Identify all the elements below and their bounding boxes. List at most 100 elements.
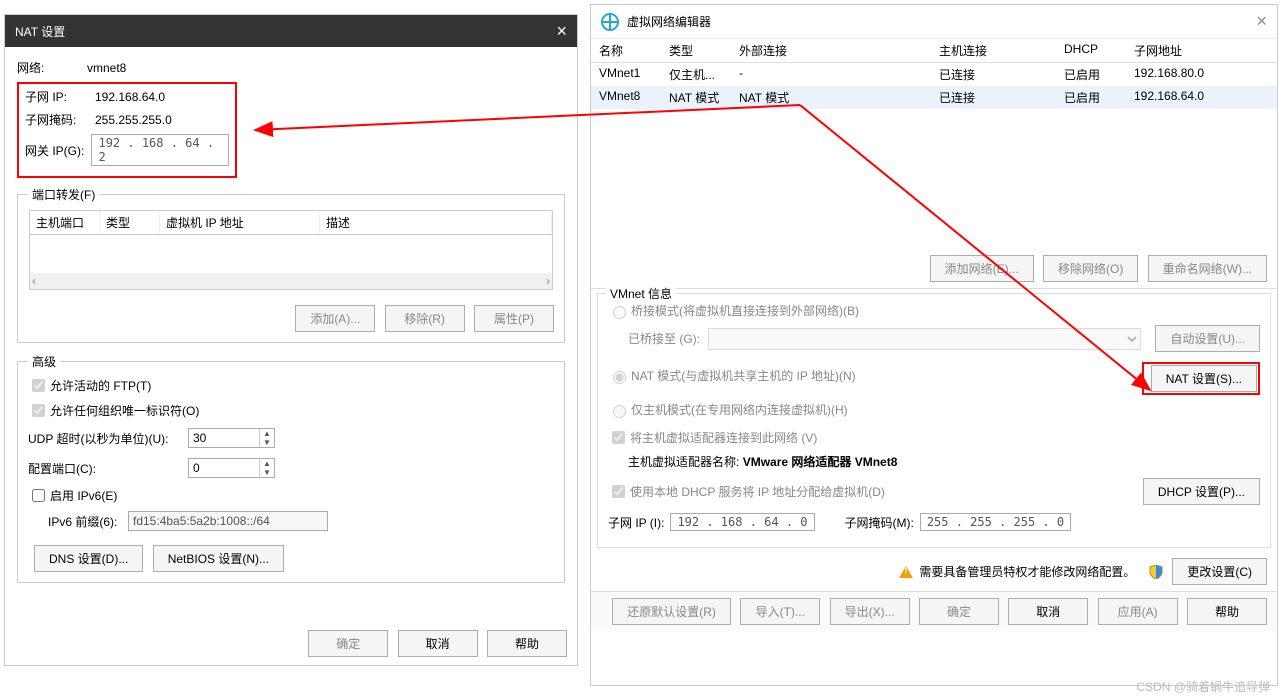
watermark: CSDN @骑着蜗牛追导弹 [1136, 678, 1270, 695]
enable-ipv6-checkbox[interactable] [32, 489, 45, 502]
spinner-up-icon[interactable]: ▲ [260, 459, 274, 468]
import-button[interactable]: 导入(T)... [740, 598, 820, 625]
table-row[interactable]: VMnet1 仅主机... - 已连接 已启用 192.168.80.0 [591, 63, 1277, 86]
port-forward-group: 端口转发(F) 主机端口 类型 虚拟机 IP 地址 描述 ‹› 添加(A)...… [17, 186, 565, 343]
nat-label: NAT 模式(与虚拟机共享主机的 IP 地址)(N) [631, 367, 856, 384]
hostonly-label: 仅主机模式(在专用网络内连接虚拟机)(H) [631, 401, 848, 418]
network-value: vmnet8 [87, 61, 126, 75]
cancel-button[interactable]: 取消 [1008, 598, 1088, 625]
help-button[interactable]: 帮助 [487, 630, 567, 657]
subnet-ip-input[interactable]: 192 . 168 . 64 . 0 [670, 513, 814, 531]
change-settings-button[interactable]: 更改设置(C) [1172, 558, 1267, 585]
network-table[interactable]: 名称 类型 外部连接 主机连接 DHCP 子网地址 VMnet1 仅主机... … [591, 39, 1277, 109]
advanced-legend: 高级 [28, 353, 60, 370]
host-adapter-name-value: VMware 网络适配器 VMnet8 [743, 455, 898, 469]
ipv6-prefix-label: IPv6 前缀(6): [48, 513, 128, 530]
export-button[interactable]: 导出(X)... [830, 598, 910, 625]
nat-radio[interactable] [613, 371, 626, 384]
config-port-stepper[interactable]: ▲▼ [188, 458, 275, 478]
col-vm-ip[interactable]: 虚拟机 IP 地址 [160, 211, 320, 234]
nat-titlebar: NAT 设置 × [5, 15, 577, 47]
dhcp-chk-label: 使用本地 DHCP 服务将 IP 地址分配给虚拟机(D) [630, 483, 885, 500]
allow-ftp-checkbox[interactable] [32, 379, 45, 392]
col-ext[interactable]: 外部连接 [739, 42, 939, 59]
bridge-select[interactable] [708, 328, 1141, 350]
subnet-mask-label: 子网掩码(M): [845, 514, 914, 531]
table-row[interactable]: VMnet8 NAT 模式 NAT 模式 已连接 已启用 192.168.64.… [591, 86, 1277, 109]
allow-org-label: 允许任何组织唯一标识符(O) [50, 402, 199, 419]
nat-settings-highlight: NAT 设置(S)... [1142, 362, 1260, 395]
config-port-input[interactable] [189, 459, 259, 477]
add-network-button[interactable]: 添加网络(E)... [930, 255, 1034, 282]
gateway-input[interactable]: 192 . 168 . 64 . 2 [91, 134, 229, 166]
col-subnet[interactable]: 子网地址 [1134, 42, 1269, 59]
shield-icon [1149, 565, 1163, 579]
warning-text: 需要具备管理员特权才能修改网络配置。 [919, 563, 1135, 580]
col-desc[interactable]: 描述 [320, 211, 552, 234]
globe-icon [601, 13, 619, 31]
ok-button[interactable]: 确定 [308, 630, 388, 657]
udp-timeout-label: UDP 超时(以秒为单位)(U): [28, 430, 188, 447]
close-icon[interactable]: × [556, 21, 567, 42]
spinner-up-icon[interactable]: ▲ [260, 429, 274, 438]
nat-settings-button[interactable]: NAT 设置(S)... [1151, 365, 1257, 392]
allow-org-checkbox[interactable] [32, 404, 45, 417]
col-type[interactable]: 类型 [669, 42, 739, 59]
port-add-button[interactable]: 添加(A)... [295, 305, 375, 332]
vne-title: 虚拟网络编辑器 [627, 13, 711, 30]
enable-ipv6-label: 启用 IPv6(E) [50, 487, 117, 504]
config-port-label: 配置端口(C): [28, 460, 188, 477]
advanced-group: 高级 允许活动的 FTP(T) 允许任何组织唯一标识符(O) UDP 超时(以秒… [17, 353, 565, 583]
horizontal-scrollbar[interactable]: ‹› [30, 273, 552, 289]
port-remove-button[interactable]: 移除(R) [385, 305, 465, 332]
rename-network-button[interactable]: 重命名网络(W)... [1148, 255, 1267, 282]
col-type[interactable]: 类型 [100, 211, 160, 234]
udp-timeout-stepper[interactable]: ▲▼ [188, 428, 275, 448]
netbios-settings-button[interactable]: NetBIOS 设置(N)... [153, 545, 284, 572]
hostonly-radio[interactable] [613, 405, 626, 418]
vne-titlebar: 虚拟网络编辑器 × [591, 5, 1277, 39]
ok-button[interactable]: 确定 [919, 598, 999, 625]
remove-network-button[interactable]: 移除网络(O) [1043, 255, 1138, 282]
dhcp-checkbox[interactable] [612, 485, 625, 498]
apply-button[interactable]: 应用(A) [1098, 598, 1178, 625]
port-forward-table[interactable]: 主机端口 类型 虚拟机 IP 地址 描述 ‹› [28, 209, 554, 299]
subnet-ip-label: 子网 IP: [25, 88, 95, 105]
subnet-mask-value: 255.255.255.0 [95, 113, 172, 127]
auto-settings-button[interactable]: 自动设置(U)... [1155, 325, 1260, 352]
virtual-network-editor-window: 虚拟网络编辑器 × 名称 类型 外部连接 主机连接 DHCP 子网地址 VMne… [590, 4, 1278, 686]
host-adapter-chk-label: 将主机虚拟适配器连接到此网络 (V) [630, 429, 817, 446]
nat-title: NAT 设置 [15, 23, 65, 40]
vmnet-info-group: VMnet 信息 桥接模式(将虚拟机直接连接到外部网络)(B) 已桥接至 (G)… [597, 293, 1271, 548]
gateway-label: 网关 IP(G): [25, 142, 91, 159]
col-host-port[interactable]: 主机端口 [30, 211, 100, 234]
port-props-button[interactable]: 属性(P) [474, 305, 554, 332]
help-button[interactable]: 帮助 [1187, 598, 1267, 625]
col-name[interactable]: 名称 [599, 42, 669, 59]
bridge-radio[interactable] [613, 306, 626, 319]
host-adapter-name-label: 主机虚拟适配器名称: [628, 455, 739, 469]
restore-defaults-button[interactable]: 还原默认设置(R) [612, 598, 731, 625]
subnet-ip-value: 192.168.64.0 [95, 90, 165, 104]
udp-timeout-input[interactable] [189, 429, 259, 447]
subnet-mask-input[interactable]: 255 . 255 . 255 . 0 [920, 513, 1071, 531]
warning-icon [899, 566, 913, 578]
subnet-highlight: 子网 IP:192.168.64.0 子网掩码:255.255.255.0 网关… [17, 82, 237, 178]
allow-ftp-label: 允许活动的 FTP(T) [50, 377, 151, 394]
vmnet-info-label: VMnet 信息 [606, 285, 676, 302]
dhcp-settings-button[interactable]: DHCP 设置(P)... [1143, 478, 1260, 505]
col-dhcp[interactable]: DHCP [1064, 42, 1134, 59]
col-host[interactable]: 主机连接 [939, 42, 1064, 59]
nat-settings-dialog: NAT 设置 × 网络: vmnet8 子网 IP:192.168.64.0 子… [4, 14, 578, 666]
ipv6-prefix-input[interactable] [128, 511, 328, 531]
close-icon[interactable]: × [1256, 11, 1267, 32]
spinner-down-icon[interactable]: ▼ [260, 438, 274, 447]
port-forward-legend: 端口转发(F) [28, 186, 99, 203]
cancel-button[interactable]: 取消 [398, 630, 478, 657]
spinner-down-icon[interactable]: ▼ [260, 468, 274, 477]
bridge-label: 桥接模式(将虚拟机直接连接到外部网络)(B) [631, 302, 859, 319]
host-adapter-checkbox[interactable] [612, 431, 625, 444]
dns-settings-button[interactable]: DNS 设置(D)... [34, 545, 143, 572]
bridge-to-label: 已桥接至 (G): [628, 330, 700, 347]
network-label: 网络: [17, 59, 87, 76]
